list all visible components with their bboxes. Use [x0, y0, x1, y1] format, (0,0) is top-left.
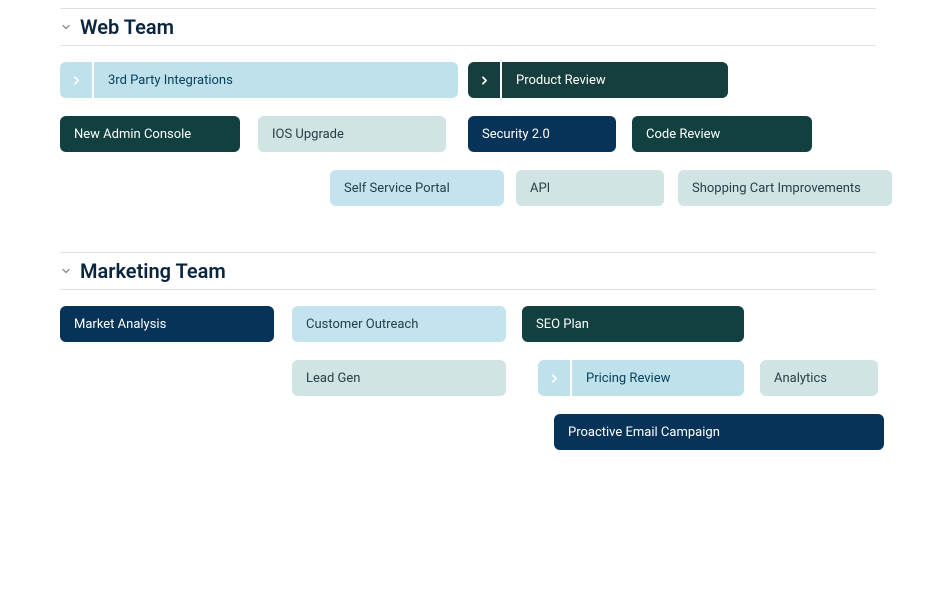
- card-label: Security 2.0: [482, 127, 550, 142]
- section-header[interactable]: Web Team: [60, 8, 876, 46]
- gantt-card[interactable]: Security 2.0: [468, 116, 616, 152]
- gantt-card[interactable]: New Admin Console: [60, 116, 240, 152]
- card-label: Market Analysis: [74, 317, 166, 332]
- chevron-right-icon: [60, 62, 94, 98]
- gantt-card[interactable]: Code Review: [632, 116, 812, 152]
- gantt-card[interactable]: Shopping Cart Improvements: [678, 170, 892, 206]
- gantt-card[interactable]: SEO Plan: [522, 306, 744, 342]
- chevron-right-icon: [538, 360, 572, 396]
- card-area: Market Analysis Customer Outreach SEO Plan…: [60, 306, 876, 466]
- gantt-card[interactable]: Analytics: [760, 360, 878, 396]
- gantt-card[interactable]: 3rd Party Integrations: [60, 62, 458, 98]
- card-label: Pricing Review: [572, 371, 684, 386]
- card-label: Code Review: [646, 127, 720, 142]
- chevron-down-icon: [60, 21, 72, 33]
- section-title: Web Team: [80, 15, 174, 39]
- card-area: 3rd Party Integrations Product Review New …: [60, 62, 876, 222]
- card-label: Self Service Portal: [344, 181, 450, 196]
- card-label: Product Review: [502, 73, 620, 88]
- card-label: Lead Gen: [306, 371, 360, 386]
- card-label: Proactive Email Campaign: [568, 425, 720, 440]
- gantt-card[interactable]: Pricing Review: [538, 360, 744, 396]
- gantt-card[interactable]: Product Review: [468, 62, 728, 98]
- section-header[interactable]: Marketing Team: [60, 252, 876, 290]
- gantt-card[interactable]: API: [516, 170, 664, 206]
- gantt-card[interactable]: Market Analysis: [60, 306, 274, 342]
- gantt-card[interactable]: Self Service Portal: [330, 170, 504, 206]
- card-label: SEO Plan: [536, 317, 589, 332]
- gantt-card[interactable]: Lead Gen: [292, 360, 506, 396]
- gantt-card[interactable]: IOS Upgrade: [258, 116, 446, 152]
- card-label: API: [530, 181, 550, 196]
- gantt-card[interactable]: Customer Outreach: [292, 306, 506, 342]
- card-label: IOS Upgrade: [272, 127, 344, 142]
- chevron-right-icon: [468, 62, 502, 98]
- card-label: New Admin Console: [74, 127, 191, 142]
- card-label: 3rd Party Integrations: [94, 73, 247, 88]
- section-title: Marketing Team: [80, 259, 226, 283]
- card-label: Shopping Cart Improvements: [692, 181, 861, 196]
- card-label: Analytics: [774, 371, 827, 386]
- chevron-down-icon: [60, 265, 72, 277]
- gantt-card[interactable]: Proactive Email Campaign: [554, 414, 884, 450]
- card-label: Customer Outreach: [306, 317, 418, 332]
